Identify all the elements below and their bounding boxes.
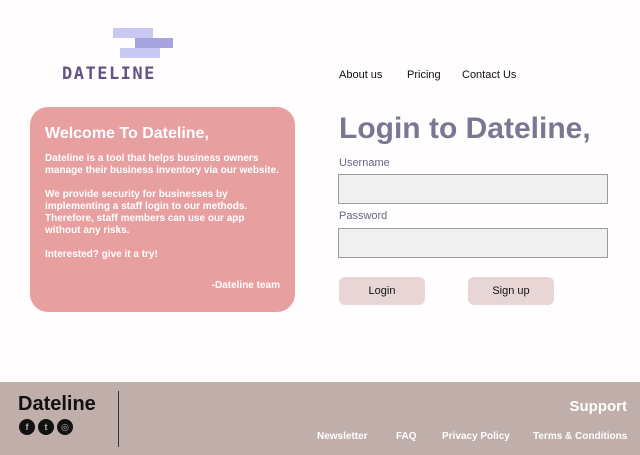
instagram-icon[interactable]: ◎ (57, 419, 73, 435)
social-links: f t ◎ (19, 419, 73, 435)
footer-link-privacy[interactable]: Privacy Policy (442, 431, 510, 442)
welcome-title: Welcome To Dateline, (45, 125, 209, 142)
signup-button[interactable]: Sign up (468, 277, 554, 305)
username-input[interactable] (338, 174, 608, 204)
nav-about-link[interactable]: About us (339, 69, 399, 81)
logo-bar-top (113, 28, 153, 38)
logo-text: DATELINE (62, 64, 156, 84)
footer-link-newsletter[interactable]: Newsletter (317, 431, 368, 442)
username-label: Username (339, 157, 390, 169)
login-title: Login to Dateline, (339, 112, 591, 145)
welcome-card: Welcome To Dateline, Dateline is a tool … (30, 107, 295, 312)
footer-divider (118, 391, 119, 447)
login-button[interactable]: Login (339, 277, 425, 305)
welcome-paragraph-3: Interested? give it a try! (45, 249, 158, 260)
logo-bar-bottom (120, 48, 160, 58)
nav-pricing-link[interactable]: Pricing (407, 69, 457, 81)
logo-bar-middle (135, 38, 173, 48)
password-label: Password (339, 210, 388, 222)
footer-link-faq[interactable]: FAQ (396, 431, 417, 442)
twitter-icon[interactable]: t (38, 419, 54, 435)
brand-logo[interactable]: DATELINE (62, 26, 182, 84)
password-input[interactable] (338, 228, 608, 258)
footer-link-terms[interactable]: Terms & Conditions (533, 431, 627, 442)
footer-brand: Dateline (18, 393, 96, 415)
welcome-signature: -Dateline team (211, 280, 280, 291)
welcome-paragraph-2: We provide security for businesses by im… (45, 189, 248, 236)
welcome-paragraph-1: Dateline is a tool that helps business o… (45, 153, 279, 176)
footer-support-heading: Support (569, 398, 628, 415)
nav-contact-link[interactable]: Contact Us (462, 69, 542, 81)
facebook-icon[interactable]: f (19, 419, 35, 435)
footer: Dateline f t ◎ Support Newsletter FAQ Pr… (0, 382, 640, 455)
